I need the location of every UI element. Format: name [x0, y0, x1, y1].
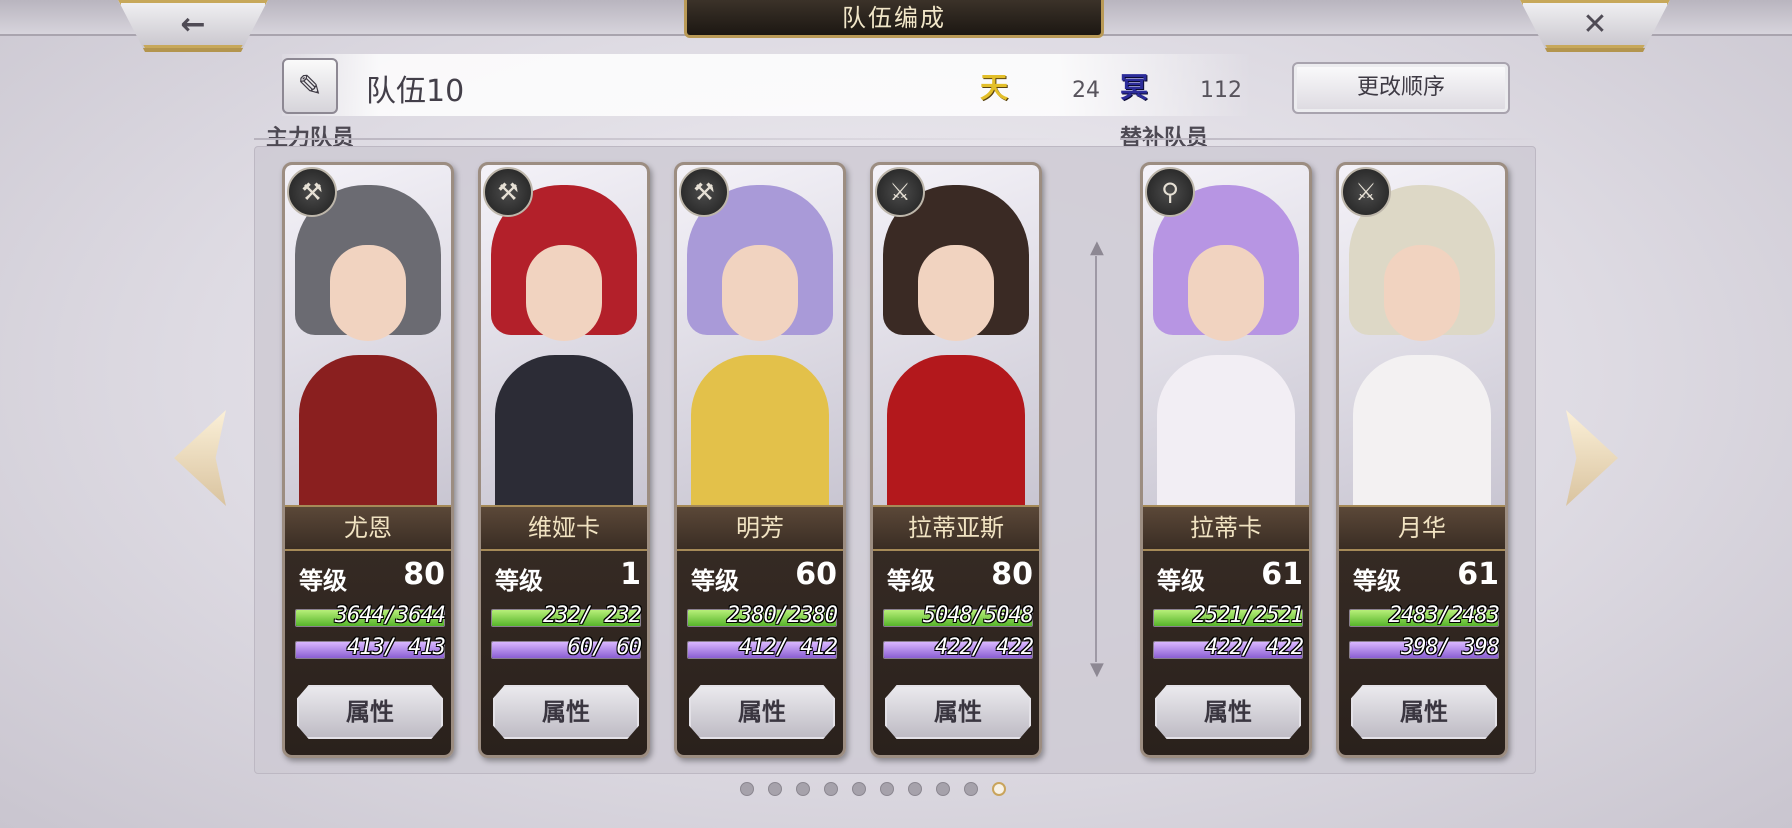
page-dot[interactable]: [880, 782, 894, 796]
level-value: 80: [403, 557, 445, 592]
class-icon: ⚒: [679, 167, 729, 217]
attributes-button[interactable]: 属性: [297, 685, 443, 739]
hp-bar: 2483/2483: [1349, 603, 1500, 629]
level-label: 等级: [1353, 567, 1401, 595]
hp-value: 2380/2380: [726, 603, 838, 628]
hp-bar: 3644/3644: [295, 603, 446, 629]
page-dot[interactable]: [740, 782, 754, 796]
character-card[interactable]: ⚒ 尤恩 等级 80 3644/3644 413/ 413 属性: [282, 162, 454, 758]
mp-value: 422/ 422: [1205, 635, 1304, 660]
mp-value: 422/ 422: [935, 635, 1034, 660]
mp-value: 60/ 60: [567, 635, 642, 660]
mp-bar: 422/ 422: [883, 635, 1034, 661]
mp-bar: 422/ 422: [1153, 635, 1304, 661]
attributes-button[interactable]: 属性: [493, 685, 639, 739]
page-dot[interactable]: [964, 782, 978, 796]
back-button[interactable]: ←: [118, 0, 268, 52]
mp-bar: 60/ 60: [491, 635, 642, 661]
hp-value: 2483/2483: [1388, 603, 1500, 628]
attributes-button[interactable]: 属性: [1351, 685, 1497, 739]
divider-bottom-icon: ▼: [1090, 659, 1104, 680]
level-row: 等级 60: [687, 557, 837, 597]
page-dot[interactable]: [992, 782, 1006, 796]
page-dot[interactable]: [824, 782, 838, 796]
mp-bar: 413/ 413: [295, 635, 446, 661]
hp-bar: 232/ 232: [491, 603, 642, 629]
level-label: 等级: [495, 567, 543, 595]
character-card[interactable]: ⚔ 月华 等级 61 2483/2483 398/ 398 属性: [1336, 162, 1508, 758]
character-card[interactable]: ⚒ 明芳 等级 60 2380/2380 412/ 412 属性: [674, 162, 846, 758]
hp-bar: 2380/2380: [687, 603, 838, 629]
dark-icon: 冥: [1120, 71, 1149, 104]
divider: [1120, 138, 1540, 140]
class-icon: ⚒: [287, 167, 337, 217]
character-card[interactable]: ⚲ 拉蒂卡 等级 61 2521/2521 422/ 422 属性: [1140, 162, 1312, 758]
page-dot[interactable]: [796, 782, 810, 796]
level-row: 等级 80: [883, 557, 1033, 597]
page-dot[interactable]: [908, 782, 922, 796]
page-dot[interactable]: [936, 782, 950, 796]
hp-value: 5048/5048: [922, 603, 1034, 628]
level-value: 1: [620, 557, 641, 592]
class-icon: ⚲: [1145, 167, 1195, 217]
level-label: 等级: [1157, 567, 1205, 595]
back-arrow-icon: ←: [180, 6, 206, 42]
character-name: 尤恩: [285, 505, 451, 551]
close-button[interactable]: ✕: [1520, 0, 1670, 52]
character-name: 明芳: [677, 505, 843, 551]
class-icon: ⚔: [1341, 167, 1391, 217]
mp-value: 413/ 413: [347, 635, 446, 660]
close-icon: ✕: [1582, 6, 1608, 42]
page-title: 队伍编成: [684, 0, 1104, 38]
character-card[interactable]: ⚒ 维娅卡 等级 1 232/ 232 60/ 60 属性: [478, 162, 650, 758]
dark-count: 112: [1200, 78, 1242, 103]
class-icon: ⚔: [875, 167, 925, 217]
level-row: 等级 1: [491, 557, 641, 597]
mp-bar: 412/ 412: [687, 635, 838, 661]
level-label: 等级: [299, 567, 347, 595]
character-name: 拉蒂卡: [1143, 505, 1309, 551]
character-card[interactable]: ⚔ 拉蒂亚斯 等级 80 5048/5048 422/ 422 属性: [870, 162, 1042, 758]
team-name: 队伍10: [366, 74, 465, 109]
mp-value: 412/ 412: [739, 635, 838, 660]
level-row: 等级 61: [1349, 557, 1499, 597]
pen-icon: ✎: [297, 68, 323, 104]
heaven-count: 24: [1072, 78, 1100, 103]
attributes-button[interactable]: 属性: [885, 685, 1031, 739]
level-value: 61: [1261, 557, 1303, 592]
mp-bar: 398/ 398: [1349, 635, 1500, 661]
hp-bar: 2521/2521: [1153, 603, 1304, 629]
attributes-button[interactable]: 属性: [689, 685, 835, 739]
level-value: 61: [1457, 557, 1499, 592]
edit-team-name-button[interactable]: ✎: [282, 58, 338, 114]
reorder-button[interactable]: 更改顺序: [1292, 62, 1510, 114]
level-value: 60: [795, 557, 837, 592]
level-value: 80: [991, 557, 1033, 592]
level-row: 等级 80: [295, 557, 445, 597]
hp-value: 3644/3644: [334, 603, 446, 628]
hp-bar: 5048/5048: [883, 603, 1034, 629]
level-label: 等级: [887, 567, 935, 595]
hp-value: 232/ 232: [543, 603, 642, 628]
character-name: 维娅卡: [481, 505, 647, 551]
prev-team-arrow-icon[interactable]: [174, 410, 226, 506]
mp-value: 398/ 398: [1401, 635, 1500, 660]
main-sub-divider: ▲ ▼: [1090, 236, 1104, 682]
level-label: 等级: [691, 567, 739, 595]
attributes-button[interactable]: 属性: [1155, 685, 1301, 739]
page-dot[interactable]: [852, 782, 866, 796]
class-icon: ⚒: [483, 167, 533, 217]
page-dot[interactable]: [768, 782, 782, 796]
hp-value: 2521/2521: [1192, 603, 1304, 628]
character-name: 拉蒂亚斯: [873, 505, 1039, 551]
divider: [254, 138, 1074, 140]
next-team-arrow-icon[interactable]: [1566, 410, 1618, 506]
heaven-icon: 天: [980, 71, 1009, 104]
character-name: 月华: [1339, 505, 1505, 551]
page-indicator: [740, 780, 1060, 798]
level-row: 等级 61: [1153, 557, 1303, 597]
